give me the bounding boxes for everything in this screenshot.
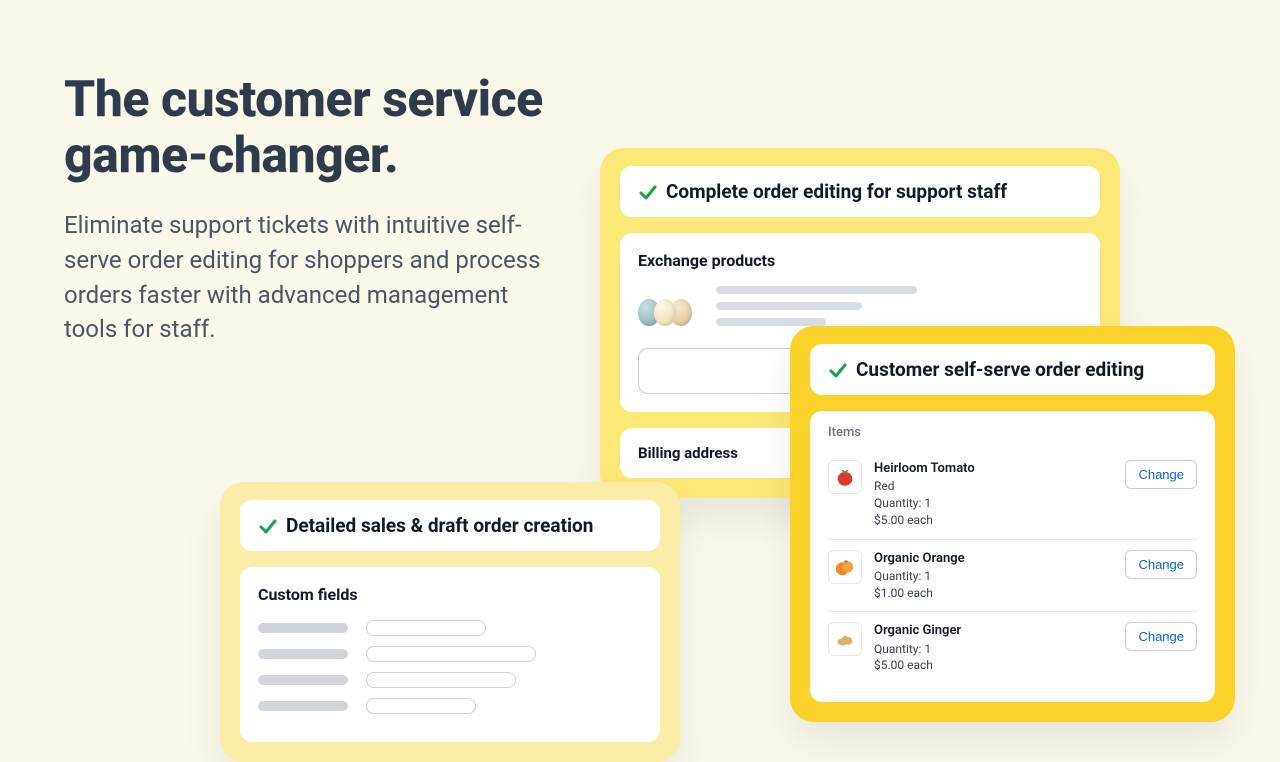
list-item: Organic Orange Quantity: 1 $1.00 each Ch…	[828, 540, 1197, 613]
check-icon	[258, 516, 278, 536]
change-button[interactable]: Change	[1125, 460, 1197, 489]
card-body: Custom fields	[240, 567, 660, 742]
hero: The customer service game-changer. Elimi…	[64, 72, 564, 347]
line-item-price: $5.00 each	[874, 512, 1113, 529]
product-thumbnail	[638, 286, 700, 326]
card-draft-order: Detailed sales & draft order creation Cu…	[220, 482, 680, 762]
card-header: Customer self-serve order editing	[810, 344, 1215, 395]
list-item: Organic Ginger Quantity: 1 $5.00 each Ch…	[828, 612, 1197, 684]
line-item-name: Heirloom Tomato	[874, 460, 1113, 478]
check-icon	[828, 360, 848, 380]
card-title: Complete order editing for support staff	[666, 180, 1007, 203]
card-self-serve: Customer self-serve order editing Items …	[790, 326, 1235, 722]
skeleton-input	[366, 698, 476, 714]
skeleton-line	[716, 302, 862, 310]
card-body: Items Heirloom Tomato Red Quantity: 1 $5…	[810, 411, 1215, 702]
line-item-price: $5.00 each	[874, 657, 1113, 674]
skeleton-label	[258, 623, 348, 633]
line-item-qty: Quantity: 1	[874, 641, 1113, 658]
line-item-qty: Quantity: 1	[874, 568, 1113, 585]
skeleton-line	[716, 286, 917, 294]
page-title: The customer service game-changer.	[64, 72, 564, 184]
line-item-qty: Quantity: 1	[874, 495, 1113, 512]
skeleton-input	[366, 672, 516, 688]
product-thumbnail	[828, 460, 862, 494]
line-item-name: Organic Orange	[874, 550, 1113, 568]
skeleton-input	[366, 620, 486, 636]
change-button[interactable]: Change	[1125, 622, 1197, 651]
list-item: Heirloom Tomato Red Quantity: 1 $5.00 ea…	[828, 450, 1197, 540]
section-title: Exchange products	[638, 251, 1082, 270]
skeleton-label	[258, 649, 348, 659]
skeleton-line	[716, 318, 826, 326]
product-thumbnail	[828, 550, 862, 584]
line-item-name: Organic Ginger	[874, 622, 1113, 640]
card-header: Complete order editing for support staff	[620, 166, 1100, 217]
card-title: Customer self-serve order editing	[856, 358, 1144, 381]
change-button[interactable]: Change	[1125, 550, 1197, 579]
skeleton-label	[258, 701, 348, 711]
page-subtitle: Eliminate support tickets with intuitive…	[64, 208, 544, 347]
card-header: Detailed sales & draft order creation	[240, 500, 660, 551]
line-item-variant: Red	[874, 478, 1113, 495]
items-label: Items	[828, 425, 1197, 440]
product-thumbnail	[828, 622, 862, 656]
line-item-price: $1.00 each	[874, 585, 1113, 602]
card-title: Detailed sales & draft order creation	[286, 514, 593, 537]
section-title: Custom fields	[258, 585, 642, 604]
check-icon	[638, 182, 658, 202]
skeleton-label	[258, 675, 348, 685]
skeleton-input	[366, 646, 536, 662]
